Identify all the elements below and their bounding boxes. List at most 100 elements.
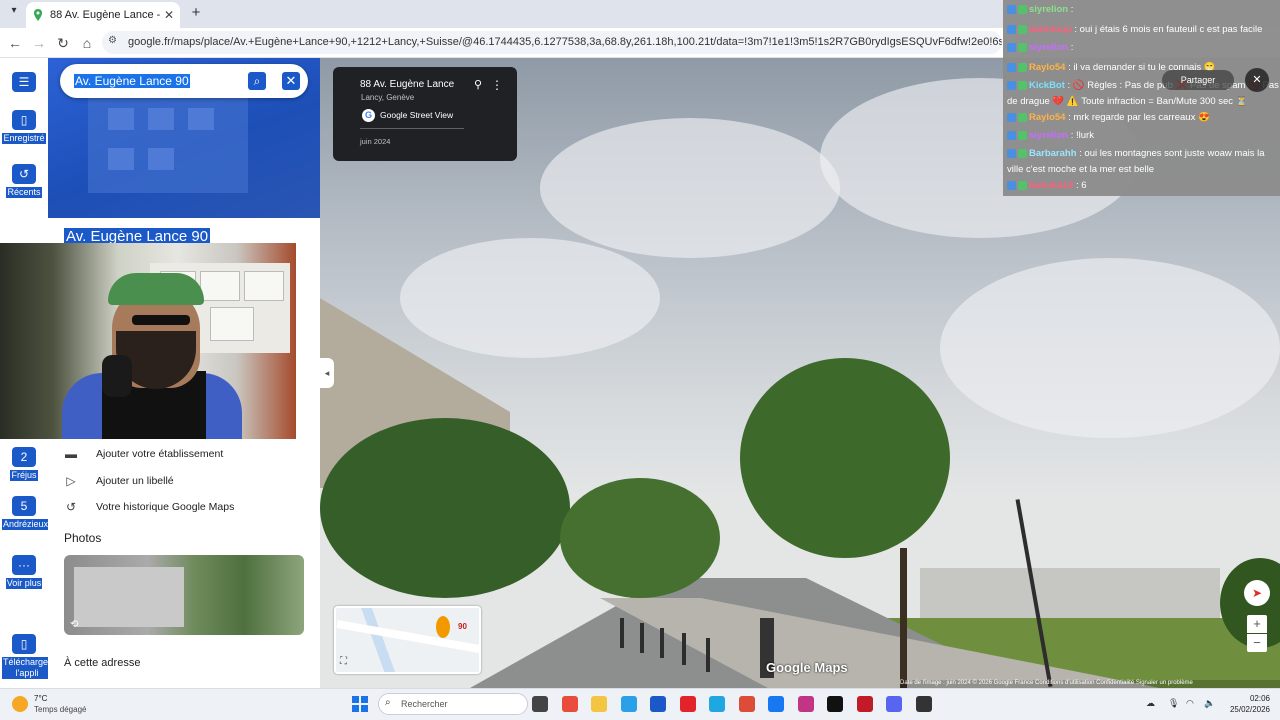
compass-icon[interactable]: ➤ [1244,580,1270,606]
taskbar-app-icon[interactable] [650,696,666,712]
expand-map-icon[interactable]: ⛶ [340,656,347,667]
taskbar-app-icon[interactable] [827,696,843,712]
mod-badge-icon [1018,62,1027,72]
chat-username[interactable]: KickBot [1029,80,1065,91]
recents-button[interactable]: ↺ Récents [2,164,46,198]
sv-address: 88 Av. Eugène Lance [360,79,455,90]
zoom-out-button[interactable]: − [1247,634,1267,652]
close-icon[interactable]: ✕ [282,72,300,90]
sub-badge-icon [1007,130,1016,140]
forward-icon[interactable]: → [30,34,48,52]
add-business-button[interactable]: ▬ Ajouter votre établissement [64,447,223,461]
taskbar-app-icon[interactable] [679,696,696,712]
taskbar-app-icon[interactable] [915,696,932,712]
taskbar-app-icon[interactable] [886,696,902,712]
close-icon[interactable]: ✕ [1245,68,1269,92]
chat-text: : !lurk [1068,130,1094,141]
clock-date[interactable]: 25/02/2026 [1222,705,1270,714]
chat-username[interactable]: siyrelion [1029,130,1068,141]
weather-description[interactable]: Temps dégagé [34,705,86,714]
chat-message: bubuka13 : 6 [1004,178,1280,194]
menu-button[interactable]: ☰ [2,72,46,95]
mod-badge-icon [1018,180,1027,190]
chat-username[interactable]: siyrelion [1029,42,1068,53]
action-label: Votre historique Google Maps [96,501,235,513]
chat-message: Barbarahh : oui les montagnes sont juste… [1004,146,1280,176]
chat-username[interactable]: Raylo54 [1029,62,1065,73]
chat-username[interactable]: Raylo54 [1029,112,1065,123]
taskbar-app-icon[interactable] [561,696,578,712]
recent-andrezieux[interactable]: 5 Andrézieux-... [2,496,60,530]
sub-badge-icon [1007,180,1016,190]
chat-message: Raylo54 : mrk regarde par les carreaux 😍 [1004,110,1280,126]
mod-badge-icon [1018,42,1027,52]
sv-capture-date[interactable]: juin 2024 [360,137,390,146]
mic-icon[interactable]: 🎙 [1168,698,1179,709]
tab-close-icon[interactable]: ✕ [164,8,174,22]
url-field[interactable]: google.fr/maps/place/Av.+Eugène+Lance+90… [102,31,1002,54]
windows-start-icon[interactable] [352,696,368,712]
wifi-icon[interactable]: ◠ [1186,698,1194,709]
sv-source: Google Street View [380,110,454,120]
weather-icon[interactable] [12,696,28,712]
taskbar-app-icon[interactable] [532,696,548,712]
taskbar-app-icon[interactable] [768,696,784,712]
chat-username[interactable]: daboloup [1029,24,1072,35]
mod-badge-icon [1018,148,1027,158]
maps-pin-icon [34,9,42,21]
search-icon[interactable]: ⌕ [248,72,266,90]
history-icon: ↺ [12,164,36,184]
taskbar-app-icon[interactable] [709,696,725,712]
back-icon[interactable]: ← [6,34,24,52]
home-icon[interactable]: ⌂ [78,34,96,52]
tab-list-chevron-icon[interactable]: ▾ [6,5,22,21]
sub-badge-icon [1007,80,1016,90]
minimap-address-number: 90 [458,622,467,631]
site-info-icon[interactable]: ⚙ [108,35,122,49]
chat-username[interactable]: bubuka13 [1029,180,1073,191]
panorama-icon: ⟲ [70,619,79,630]
rail-label: Enregistré [2,133,46,144]
taskbar-app-icon[interactable] [797,696,814,712]
volume-icon[interactable]: 🔈 [1204,698,1215,709]
sv-divider [360,128,464,129]
zoom-in-button[interactable]: + [1247,615,1267,633]
network-icon[interactable]: ☁ [1146,698,1155,709]
place-photo[interactable]: ⟲ [64,555,304,635]
chat-message: daboloup : oui j étais 6 mois en fauteui… [1004,22,1280,38]
add-label-button[interactable]: ▷ Ajouter un libellé [64,474,173,488]
search-input[interactable]: Av. Eugène Lance 90 [74,74,190,88]
map-attribution: Date de l'image : juin 2024 © 2026 Googl… [900,680,1280,688]
clock-time[interactable]: 02:06 [1230,694,1270,703]
chat-text: : mrk regarde par les carreaux 😍 [1065,112,1210,123]
reload-icon[interactable]: ↻ [54,34,72,52]
chat-message: Raylo54 : il va demander si tu le connai… [1004,60,1280,76]
download-app-button[interactable]: ▯ Télécharger l'appli [2,634,53,679]
browser-tab[interactable]: 88 Av. Eugène Lance - Google M ✕ [26,2,180,28]
taskbar-app-icon[interactable] [738,696,755,712]
taskbar-app-icon[interactable] [620,696,637,712]
recent-badge: 2 [12,447,36,467]
maps-history-button[interactable]: ↺ Votre historique Google Maps [64,500,234,514]
new-tab-button[interactable]: + [188,4,204,22]
saved-button[interactable]: ▯ Enregistré [2,110,46,144]
chat-username[interactable]: Barbarahh [1029,148,1077,159]
label-icon: ▷ [66,474,76,488]
more-vert-icon[interactable]: ⋮ [491,78,503,92]
rail-label: Voir plus [5,578,43,589]
chat-text: : [1068,42,1074,53]
collapse-panel-button[interactable]: ◂ [320,358,334,388]
taskbar-app-icon[interactable] [856,696,873,712]
recent-frejus[interactable]: 2 Fréjus [2,447,46,481]
street-view-minimap[interactable] [334,606,481,674]
sub-badge-icon [1007,112,1016,122]
location-pin-icon[interactable]: ⚲ [474,78,486,92]
taskbar-search-input[interactable]: Rechercher [378,693,528,715]
store-icon: ▬ [65,447,77,461]
see-more-button[interactable]: ··· Voir plus [2,555,46,589]
weather-temperature[interactable]: 7°C [34,694,47,703]
share-button[interactable]: Partager [1162,70,1234,90]
taskbar-app-icon[interactable] [591,696,607,712]
chat-username[interactable]: siyrelion [1029,4,1068,15]
google-logo-icon: G [362,109,375,122]
